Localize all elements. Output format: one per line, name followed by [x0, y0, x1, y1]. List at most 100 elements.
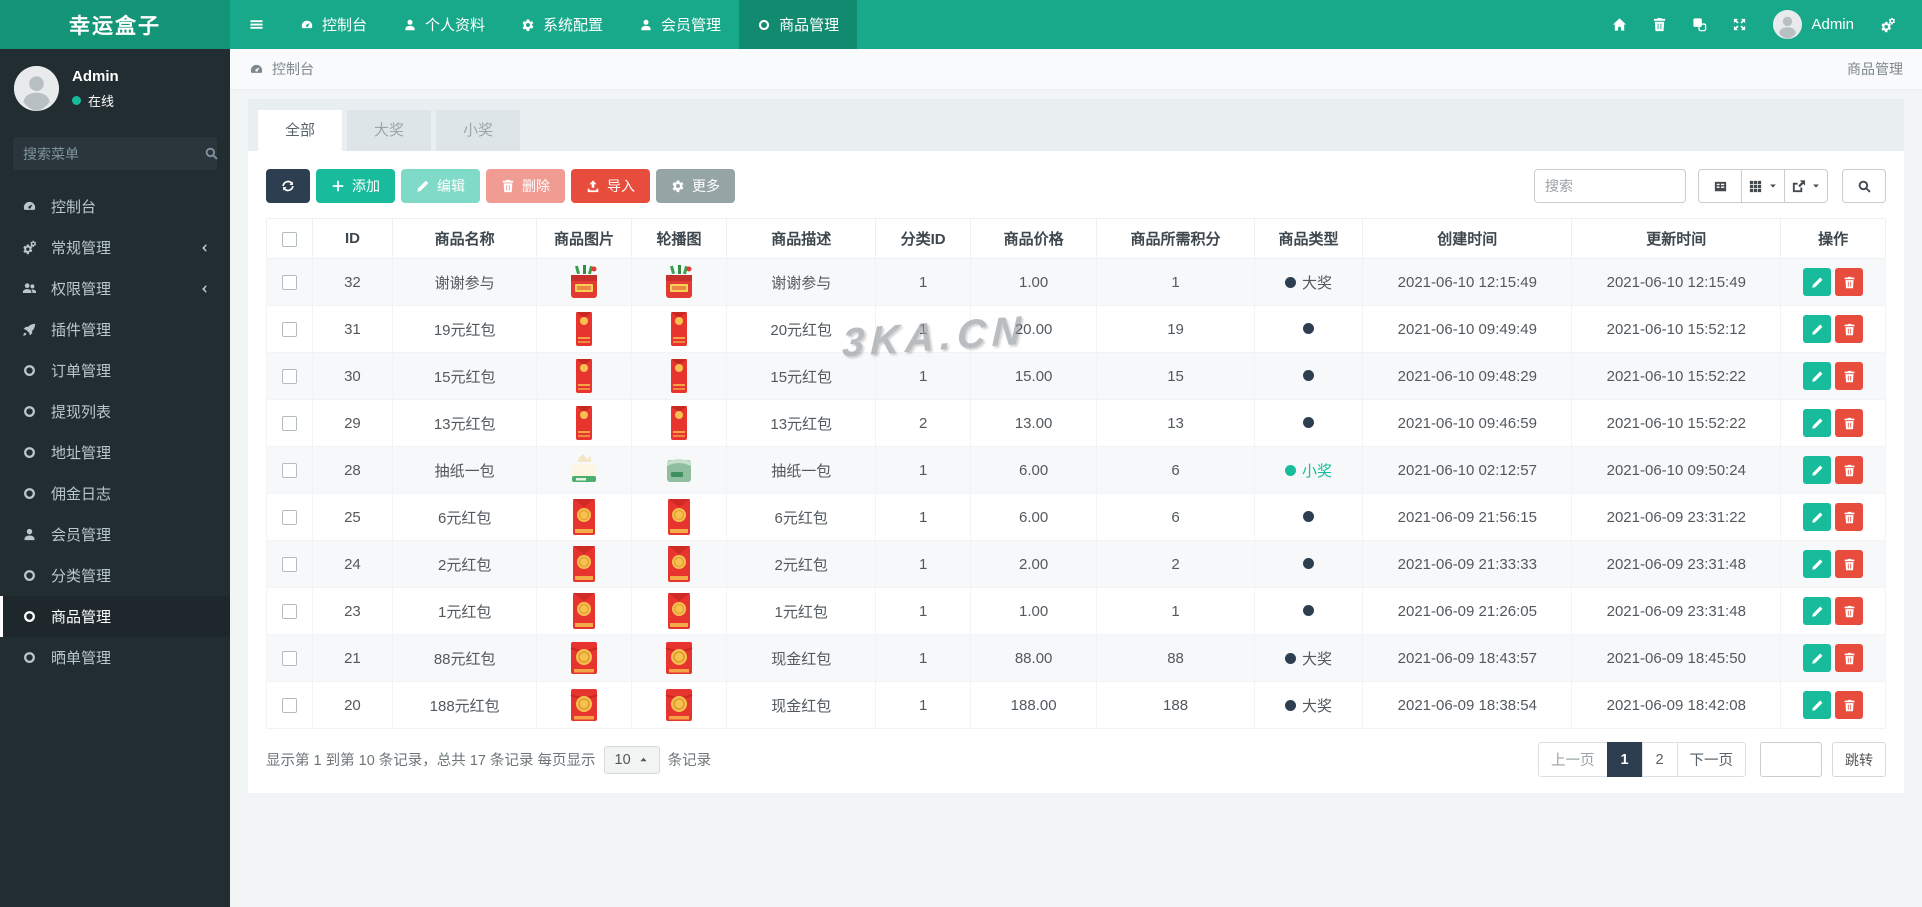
- sidebar-item-权限管理[interactable]: 权限管理: [0, 268, 230, 309]
- home-button[interactable]: [1599, 0, 1639, 49]
- delete-button[interactable]: 删除: [486, 169, 565, 203]
- product-thumbnail-coin[interactable]: [659, 591, 699, 631]
- row-edit-button[interactable]: [1803, 456, 1832, 484]
- avatar[interactable]: [14, 66, 59, 111]
- row-checkbox[interactable]: [281, 463, 297, 479]
- row-checkbox[interactable]: [281, 604, 297, 620]
- row-edit-button[interactable]: [1803, 644, 1832, 672]
- row-edit-button[interactable]: [1803, 503, 1832, 531]
- row-checkbox[interactable]: [281, 275, 297, 291]
- product-thumbnail-packet[interactable]: [564, 356, 604, 396]
- row-edit-button[interactable]: [1803, 409, 1832, 437]
- row-delete-button[interactable]: [1835, 691, 1864, 719]
- expand-button[interactable]: [1719, 0, 1759, 49]
- refresh-button[interactable]: [266, 169, 310, 203]
- sidebar-item-分类管理[interactable]: 分类管理: [0, 555, 230, 596]
- navbar-item-商品管理[interactable]: 商品管理: [739, 0, 858, 49]
- row-delete-button[interactable]: [1835, 550, 1864, 578]
- tab-全部[interactable]: 全部: [258, 110, 343, 151]
- column-header-商品名称[interactable]: 商品名称: [392, 218, 537, 259]
- detail-view-button[interactable]: [1698, 169, 1742, 203]
- row-checkbox[interactable]: [281, 416, 297, 432]
- product-thumbnail-coin[interactable]: [659, 544, 699, 584]
- navbar-item-个人资料[interactable]: 个人资料: [385, 0, 503, 49]
- row-delete-button[interactable]: [1835, 362, 1864, 390]
- page-size-select[interactable]: 10: [603, 745, 660, 774]
- sidebar-item-常规管理[interactable]: 常规管理: [0, 227, 230, 268]
- product-thumbnail-packet[interactable]: [564, 403, 604, 443]
- row-checkbox[interactable]: [281, 369, 297, 385]
- trash-button[interactable]: [1639, 0, 1679, 49]
- product-thumbnail-coin[interactable]: [564, 591, 604, 631]
- sidebar-item-地址管理[interactable]: 地址管理: [0, 432, 230, 473]
- navbar-item-会员管理[interactable]: 会员管理: [621, 0, 739, 49]
- row-edit-button[interactable]: [1803, 691, 1832, 719]
- column-header-商品描述[interactable]: 商品描述: [726, 218, 877, 259]
- search-icon[interactable]: [204, 146, 219, 161]
- user-menu[interactable]: Admin: [1759, 10, 1868, 39]
- language-button[interactable]: [1679, 0, 1719, 49]
- menu-search-input[interactable]: [23, 145, 204, 162]
- row-edit-button[interactable]: [1803, 597, 1832, 625]
- sidebar-item-控制台[interactable]: 控制台: [0, 186, 230, 227]
- product-thumbnail-tissuebox[interactable]: [659, 450, 699, 490]
- row-delete-button[interactable]: [1835, 268, 1864, 296]
- sidebar-item-订单管理[interactable]: 订单管理: [0, 350, 230, 391]
- column-header-更新时间[interactable]: 更新时间: [1571, 218, 1782, 259]
- product-thumbnail-packet[interactable]: [659, 403, 699, 443]
- column-header-商品图片[interactable]: 商品图片: [535, 218, 633, 259]
- sidebar-toggle-button[interactable]: [230, 0, 282, 49]
- page-2-button[interactable]: 2: [1641, 742, 1678, 777]
- row-delete-button[interactable]: [1835, 315, 1864, 343]
- product-thumbnail-coin2[interactable]: [659, 685, 699, 725]
- sidebar-item-佣金日志[interactable]: 佣金日志: [0, 473, 230, 514]
- breadcrumb[interactable]: 控制台: [249, 59, 314, 79]
- row-checkbox[interactable]: [281, 698, 297, 714]
- column-header-轮播图[interactable]: 轮播图: [631, 218, 728, 259]
- product-thumbnail-packet[interactable]: [659, 356, 699, 396]
- navbar-item-控制台[interactable]: 控制台: [282, 0, 385, 49]
- product-thumbnail-packet[interactable]: [564, 309, 604, 349]
- export-button[interactable]: [1784, 169, 1828, 203]
- product-thumbnail-tissue[interactable]: [564, 450, 604, 490]
- row-checkbox[interactable]: [281, 557, 297, 573]
- row-edit-button[interactable]: [1803, 550, 1832, 578]
- page-1-button[interactable]: 1: [1606, 742, 1643, 777]
- product-thumbnail-coin[interactable]: [564, 544, 604, 584]
- tab-小奖[interactable]: 小奖: [436, 110, 521, 151]
- product-thumbnail-coin2[interactable]: [564, 685, 604, 725]
- row-delete-button[interactable]: [1835, 503, 1864, 531]
- jump-page-input[interactable]: [1760, 742, 1822, 777]
- sidebar-item-商品管理[interactable]: 商品管理: [0, 596, 230, 637]
- row-delete-button[interactable]: [1835, 456, 1864, 484]
- row-edit-button[interactable]: [1803, 362, 1832, 390]
- column-header-商品价格[interactable]: 商品价格: [969, 218, 1098, 259]
- more-button[interactable]: 更多: [656, 169, 735, 203]
- tab-大奖[interactable]: 大奖: [347, 110, 432, 151]
- jump-button[interactable]: 跳转: [1832, 742, 1886, 777]
- row-delete-button[interactable]: [1835, 597, 1864, 625]
- product-thumbnail-coin[interactable]: [659, 497, 699, 537]
- add-button[interactable]: 添加: [316, 169, 395, 203]
- sidebar-item-插件管理[interactable]: 插件管理: [0, 309, 230, 350]
- row-checkbox[interactable]: [281, 322, 297, 338]
- next-page-button[interactable]: 下一页: [1676, 742, 1746, 777]
- product-thumbnail-giftbox[interactable]: [564, 262, 604, 302]
- column-header-ID[interactable]: ID: [311, 218, 394, 259]
- row-checkbox[interactable]: [281, 651, 297, 667]
- sidebar-item-晒单管理[interactable]: 晒单管理: [0, 637, 230, 678]
- column-header-创建时间[interactable]: 创建时间: [1362, 218, 1573, 259]
- sidebar-item-会员管理[interactable]: 会员管理: [0, 514, 230, 555]
- row-checkbox[interactable]: [281, 510, 297, 526]
- product-thumbnail-packet[interactable]: [659, 309, 699, 349]
- columns-toggle-button[interactable]: [1741, 169, 1785, 203]
- product-thumbnail-coin[interactable]: [564, 497, 604, 537]
- settings-button[interactable]: [1868, 0, 1908, 49]
- row-edit-button[interactable]: [1803, 315, 1832, 343]
- column-header-商品所需积分[interactable]: 商品所需积分: [1096, 218, 1255, 259]
- column-header-分类ID[interactable]: 分类ID: [875, 218, 971, 259]
- row-delete-button[interactable]: [1835, 409, 1864, 437]
- product-thumbnail-coin2[interactable]: [659, 638, 699, 678]
- column-header-商品类型[interactable]: 商品类型: [1253, 218, 1364, 259]
- import-button[interactable]: 导入: [571, 169, 650, 203]
